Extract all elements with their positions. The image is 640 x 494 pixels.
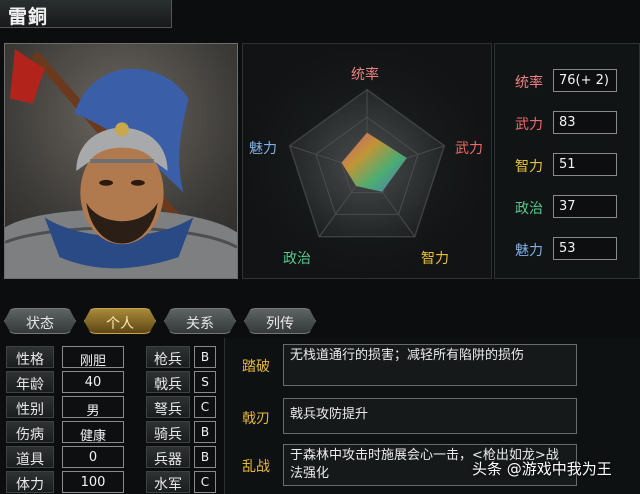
info-label: 道具: [6, 446, 54, 468]
info-value: 0: [62, 446, 124, 468]
unit-row-spear: 枪兵 B: [146, 346, 220, 368]
unit-label: 兵器: [146, 446, 190, 468]
info-row-stamina: 体力 100: [6, 471, 140, 493]
unit-label: 水军: [146, 471, 190, 493]
stats-panel: 统率 76(+ 2) 武力 83 智力 51 政治 37 魅力 53: [494, 43, 640, 279]
info-label: 伤病: [6, 421, 54, 443]
radar-label-top: 统率: [351, 67, 379, 83]
tab-biography[interactable]: 列传: [244, 308, 316, 334]
stat-row-zhili: 智力 51: [495, 152, 640, 178]
stat-name: 武力: [515, 117, 543, 133]
general-portrait: [4, 43, 238, 279]
tab-relations[interactable]: 关系: [164, 308, 236, 334]
stat-name: 智力: [515, 159, 543, 175]
skill-name[interactable]: 踏破: [233, 356, 279, 376]
info-row-gender: 性别 男: [6, 396, 140, 419]
skill-description: 戟兵攻防提升: [283, 398, 577, 434]
portrait-illustration: [5, 48, 237, 278]
stat-value: 37: [553, 195, 617, 218]
radar-label-bottom-left: 政治: [283, 251, 311, 267]
stat-value: 51: [553, 153, 617, 176]
tab-bar: 状态 个人 关系 列传: [0, 308, 640, 336]
info-row-injury: 伤病 健康: [6, 421, 140, 444]
skill-name[interactable]: 戟刃: [233, 408, 279, 428]
unit-row-navy: 水军 C: [146, 471, 220, 493]
stat-value: 53: [553, 237, 617, 260]
unit-row-crossbow: 弩兵 C: [146, 396, 220, 418]
radar-chart: 统率 武力 智力 政治 魅力: [242, 43, 492, 279]
title-bar: 雷銅: [0, 0, 172, 28]
info-label: 性别: [6, 396, 54, 418]
stat-row-wuli: 武力 83: [495, 110, 640, 136]
unit-row-siege: 兵器 B: [146, 446, 220, 468]
info-label: 性格: [6, 346, 54, 368]
stat-name: 统率: [515, 75, 543, 91]
radar-label-bottom-right: 智力: [421, 251, 449, 267]
info-row-age: 年龄 40: [6, 371, 140, 393]
stat-row-zhengzhi: 政治 37: [495, 194, 640, 220]
stat-name: 魅力: [515, 243, 543, 259]
unit-label: 弩兵: [146, 396, 190, 418]
info-value: 100: [62, 471, 124, 493]
unit-label: 骑兵: [146, 421, 190, 443]
stat-value: 83: [553, 111, 617, 134]
info-label: 年龄: [6, 371, 54, 393]
unit-row-cavalry: 骑兵 B: [146, 421, 220, 443]
stat-row-tongshuai: 统率 76(+ 2): [495, 68, 640, 94]
info-value: 刚胆: [62, 346, 124, 369]
tab-personal[interactable]: 个人: [84, 308, 156, 334]
skill-description: 无栈道通行的损害；减轻所有陷阱的损伤: [283, 344, 577, 386]
info-value: 40: [62, 371, 124, 393]
info-value: 健康: [62, 421, 124, 444]
info-label: 体力: [6, 471, 54, 493]
radar-label-right: 武力: [455, 141, 483, 157]
unit-row-halberd: 戟兵 S: [146, 371, 220, 393]
stat-row-meili: 魅力 53: [495, 236, 640, 262]
unit-grade: B: [194, 421, 216, 443]
tab-status[interactable]: 状态: [4, 308, 76, 334]
unit-grade: C: [194, 396, 216, 418]
radar-label-left: 魅力: [249, 141, 277, 157]
unit-grade: B: [194, 446, 216, 468]
unit-label: 戟兵: [146, 371, 190, 393]
stat-name: 政治: [515, 201, 543, 217]
skill-name[interactable]: 乱战: [233, 456, 279, 476]
general-name: 雷銅: [8, 6, 49, 28]
info-row-personality: 性格 刚胆: [6, 346, 140, 369]
info-row-items: 道具 0: [6, 446, 140, 468]
unit-grade: B: [194, 346, 216, 368]
stat-value: 76(+ 2): [553, 69, 617, 92]
unit-label: 枪兵: [146, 346, 190, 368]
info-value: 男: [62, 396, 124, 419]
unit-grade: S: [194, 371, 216, 393]
unit-grade: C: [194, 471, 216, 493]
watermark: 头条 @游戏中我为王: [472, 460, 612, 478]
